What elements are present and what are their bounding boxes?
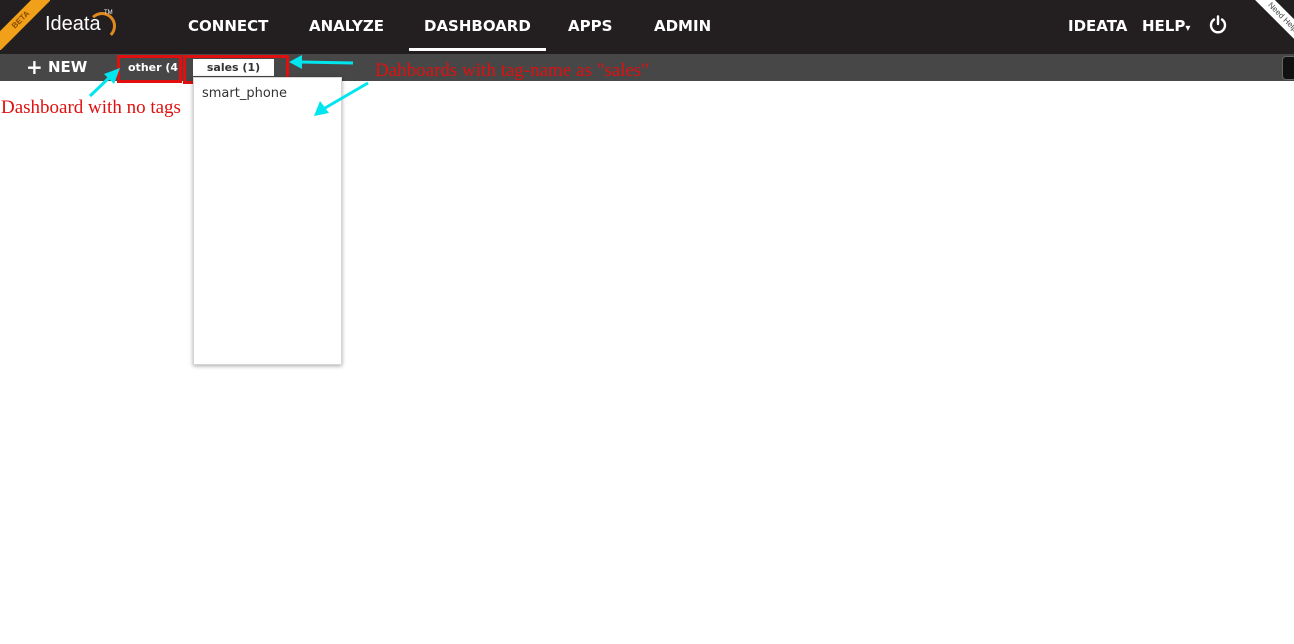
annotation-arrows [88,55,369,116]
arrow-to-sales [299,60,354,65]
arrow-to-dropdown [324,81,369,110]
arrow-to-sales-head [289,55,302,69]
